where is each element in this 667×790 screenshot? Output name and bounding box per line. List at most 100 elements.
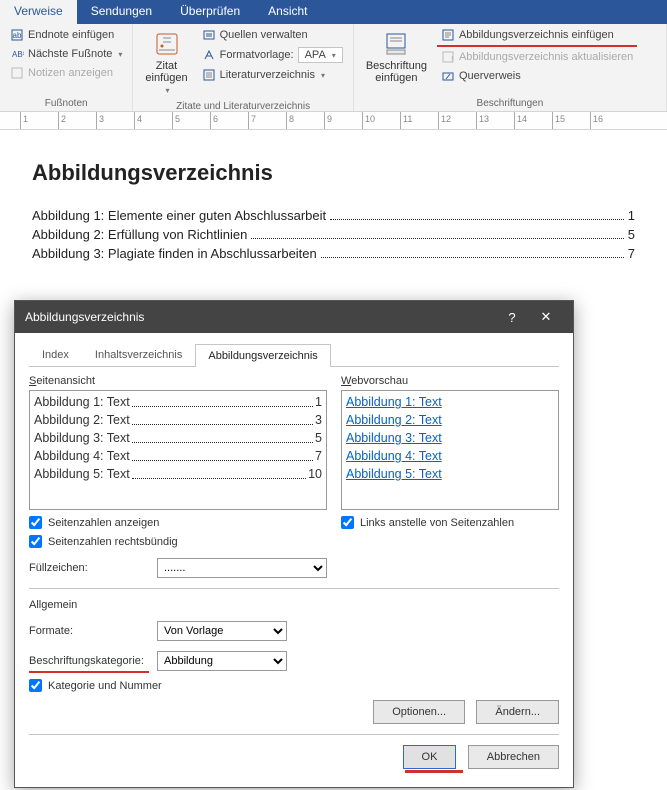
naechste-fussnote[interactable]: AB¹ Nächste Fußnote (6, 45, 126, 63)
abbrechen-button[interactable]: Abbrechen (468, 745, 559, 769)
abbverz-einfuegen[interactable]: Abbildungsverzeichnis einfügen (437, 26, 637, 44)
update-tof-icon: ! (441, 50, 455, 64)
group-zitate: Zitat einfügen Quellen verwalten Formatv… (133, 24, 353, 111)
abbverz-aktualisieren[interactable]: ! Abbildungsverzeichnis aktualisieren (437, 48, 637, 66)
notizen-label: Notizen anzeigen (28, 67, 113, 79)
entry-page: 5 (628, 227, 635, 242)
preview-page: 7 (315, 447, 322, 465)
naechste-label: Nächste Fußnote (28, 48, 112, 60)
svg-text:AB¹: AB¹ (12, 50, 24, 59)
ruler[interactable]: 123 456 789 101112 131415 16 (0, 112, 667, 130)
seitenansicht-label: Seitenansicht (29, 375, 327, 387)
web-link[interactable]: Abbildung 1: Text (346, 393, 442, 411)
group-beschriftung: Beschriftung einfügen Abbildungsverzeich… (354, 24, 667, 111)
querverweis-label: Querverweis (459, 70, 521, 82)
lit-label: Literaturverzeichnis (220, 69, 315, 81)
quellen-label: Quellen verwalten (220, 29, 308, 41)
endnote-label: Endnote einfügen (28, 29, 114, 41)
apa-dropdown[interactable]: APA (298, 47, 343, 63)
highlight-underline (437, 45, 637, 47)
doc-entry: Abbildung 1: Elemente einer guten Abschl… (32, 208, 635, 223)
beschriftung-einfuegen[interactable]: Beschriftung einfügen (360, 26, 433, 88)
web-link[interactable]: Abbildung 2: Text (346, 411, 442, 429)
formatvorlage[interactable]: Formatvorlage: APA (198, 45, 347, 65)
doc-entry: Abbildung 3: Plagiate finden in Abschlus… (32, 246, 635, 261)
leader-dots (321, 246, 624, 258)
entry-text: Abbildung 2: Erfüllung von Richtlinien (32, 227, 247, 242)
querverweis[interactable]: Querverweis (437, 67, 637, 85)
insert-tof-icon (441, 28, 455, 42)
highlight-underline (29, 671, 149, 673)
kategorie-select[interactable]: Abbildung (157, 651, 287, 671)
group-fussnoten: ab Endnote einfügen AB¹ Nächste Fußnote … (0, 24, 133, 111)
zitat-einfuegen[interactable]: Zitat einfügen (139, 26, 193, 99)
preview-text: Abbildung 2: Text (34, 411, 130, 429)
citation-icon (153, 30, 181, 58)
seitenansicht-preview[interactable]: Abbildung 1: Text 1 Abbildung 2: Text 3 Ab… (29, 390, 327, 510)
entry-text: Abbildung 1: Elemente einer guten Abschl… (32, 208, 326, 223)
chk-kategorie-nummer-label: Kategorie und Nummer (48, 680, 162, 692)
chk-seitenzahlen[interactable] (29, 516, 42, 529)
kategorie-label: Beschriftungskategorie: (29, 655, 149, 667)
endnote-einfuegen[interactable]: ab Endnote einfügen (6, 26, 126, 44)
ok-button[interactable]: OK (403, 745, 457, 769)
crossref-icon (441, 69, 455, 83)
caption-icon (382, 30, 410, 58)
entry-page: 1 (628, 208, 635, 223)
allgemein-label: Allgemein (29, 599, 559, 611)
preview-text: Abbildung 5: Text (34, 465, 130, 483)
optionen-button[interactable]: Optionen... (373, 700, 465, 724)
document-area[interactable]: Abbildungsverzeichnis Abbildung 1: Eleme… (0, 130, 667, 295)
tab-index[interactable]: Index (29, 343, 82, 366)
doc-entry: Abbildung 2: Erfüllung von Richtlinien 5 (32, 227, 635, 242)
formate-label: Formate: (29, 625, 149, 637)
svg-text:!: ! (451, 55, 453, 64)
webvorschau-preview[interactable]: Abbildung 1: Text Abbildung 2: Text Abbi… (341, 390, 559, 510)
web-link[interactable]: Abbildung 4: Text (346, 447, 442, 465)
preview-page: 5 (315, 429, 322, 447)
preview-page: 3 (315, 411, 322, 429)
fuellzeichen-select[interactable]: ....... (157, 558, 327, 578)
style-icon (202, 48, 216, 62)
tab-sendungen[interactable]: Sendungen (77, 0, 166, 24)
abbverz-einfuegen-label: Abbildungsverzeichnis einfügen (459, 29, 614, 41)
svg-text:ab: ab (13, 31, 22, 40)
web-link[interactable]: Abbildung 5: Text (346, 465, 442, 483)
quellen-verwalten[interactable]: Quellen verwalten (198, 26, 347, 44)
notizen-anzeigen[interactable]: Notizen anzeigen (6, 64, 126, 82)
chk-kategorie-nummer[interactable] (29, 679, 42, 692)
bibliography-icon (202, 68, 216, 82)
entry-text: Abbildung 3: Plagiate finden in Abschlus… (32, 246, 317, 261)
literaturverzeichnis[interactable]: Literaturverzeichnis (198, 66, 347, 84)
preview-text: Abbildung 3: Text (34, 429, 130, 447)
dialog-tabs: Index Inhaltsverzeichnis Abbildungsverze… (29, 343, 559, 367)
chk-links-label: Links anstelle von Seitenzahlen (360, 517, 514, 529)
formatvorlage-label: Formatvorlage: (220, 49, 294, 61)
tab-inhaltsverzeichnis[interactable]: Inhaltsverzeichnis (82, 343, 195, 366)
tab-verweise[interactable]: Verweise (0, 0, 77, 24)
close-button[interactable]: ✕ (529, 309, 563, 325)
next-footnote-icon: AB¹ (10, 47, 24, 61)
chk-seitenzahlen-label: Seitenzahlen anzeigen (48, 517, 159, 529)
group-fussnoten-label: Fußnoten (6, 96, 126, 109)
doc-title: Abbildungsverzeichnis (32, 160, 635, 186)
entry-page: 7 (628, 246, 635, 261)
leader-dots (251, 227, 623, 239)
preview-page: 1 (315, 393, 322, 411)
highlight-underline (405, 770, 463, 773)
preview-text: Abbildung 1: Text (34, 393, 130, 411)
tab-ueberpruefen[interactable]: Überprüfen (166, 0, 254, 24)
web-link[interactable]: Abbildung 3: Text (346, 429, 442, 447)
ribbon: ab Endnote einfügen AB¹ Nächste Fußnote … (0, 24, 667, 112)
group-beschriftung-label: Beschriftungen (360, 96, 660, 109)
help-button[interactable]: ? (495, 310, 529, 325)
aendern-button[interactable]: Ändern... (476, 700, 559, 724)
tab-abbildungsverzeichnis[interactable]: Abbildungsverzeichnis (195, 344, 330, 367)
dialog-title: Abbildungsverzeichnis (25, 310, 495, 324)
chk-rechts[interactable] (29, 535, 42, 548)
formate-select[interactable]: Von Vorlage (157, 621, 287, 641)
tab-ansicht[interactable]: Ansicht (254, 0, 321, 24)
chk-links[interactable] (341, 516, 354, 529)
fuellzeichen-label: Füllzeichen: (29, 562, 149, 574)
leader-dots (330, 208, 624, 220)
